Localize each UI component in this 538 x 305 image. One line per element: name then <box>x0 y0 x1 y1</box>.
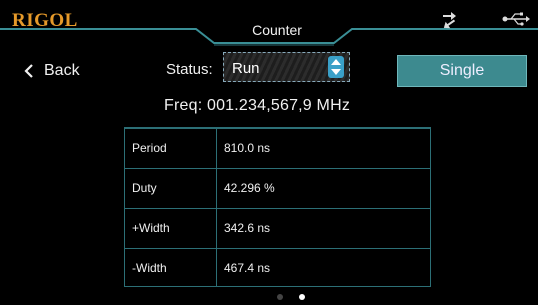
single-button[interactable]: Single <box>397 55 527 87</box>
top-bar: RIGOL Counter <box>0 0 538 46</box>
table-row: Period 810.0 ns <box>125 128 430 168</box>
page-indicator-dot-active[interactable] <box>299 294 305 300</box>
measurement-value: 467.4 ns <box>224 261 271 275</box>
measurement-name: Duty <box>132 181 157 195</box>
swap-arrows-icon[interactable] <box>439 9 459 29</box>
table-row: Duty 42.296 % <box>125 168 430 208</box>
chevron-left-icon <box>24 64 33 78</box>
table-row: -Width 467.4 ns <box>125 248 430 288</box>
status-label: Status: <box>166 61 213 78</box>
back-button[interactable]: Back <box>24 60 80 82</box>
measurement-name: +Width <box>132 221 170 235</box>
measurement-name: -Width <box>132 261 167 275</box>
brand-logo: RIGOL <box>12 10 78 31</box>
measurement-value: 342.6 ns <box>224 221 271 235</box>
measurement-value: 810.0 ns <box>224 141 271 155</box>
counter-screen: RIGOL Counter Back Status: Run Single Fr… <box>0 0 538 305</box>
measurement-name: Period <box>132 141 167 155</box>
page-indicator-dot[interactable] <box>277 294 283 300</box>
usb-icon <box>502 12 530 26</box>
up-down-arrows-icon <box>328 56 344 78</box>
table-row: +Width 342.6 ns <box>125 208 430 248</box>
measurement-value: 42.296 % <box>224 181 275 195</box>
frequency-readout: Freq: 001.234,567,9 MHz <box>164 97 351 114</box>
status-dropdown[interactable]: Run <box>223 52 350 82</box>
measurement-table: Period 810.0 ns Duty 42.296 % +Width 342… <box>124 127 431 287</box>
page-title: Counter <box>252 22 302 38</box>
status-value: Run <box>232 60 260 77</box>
back-label: Back <box>44 62 80 79</box>
